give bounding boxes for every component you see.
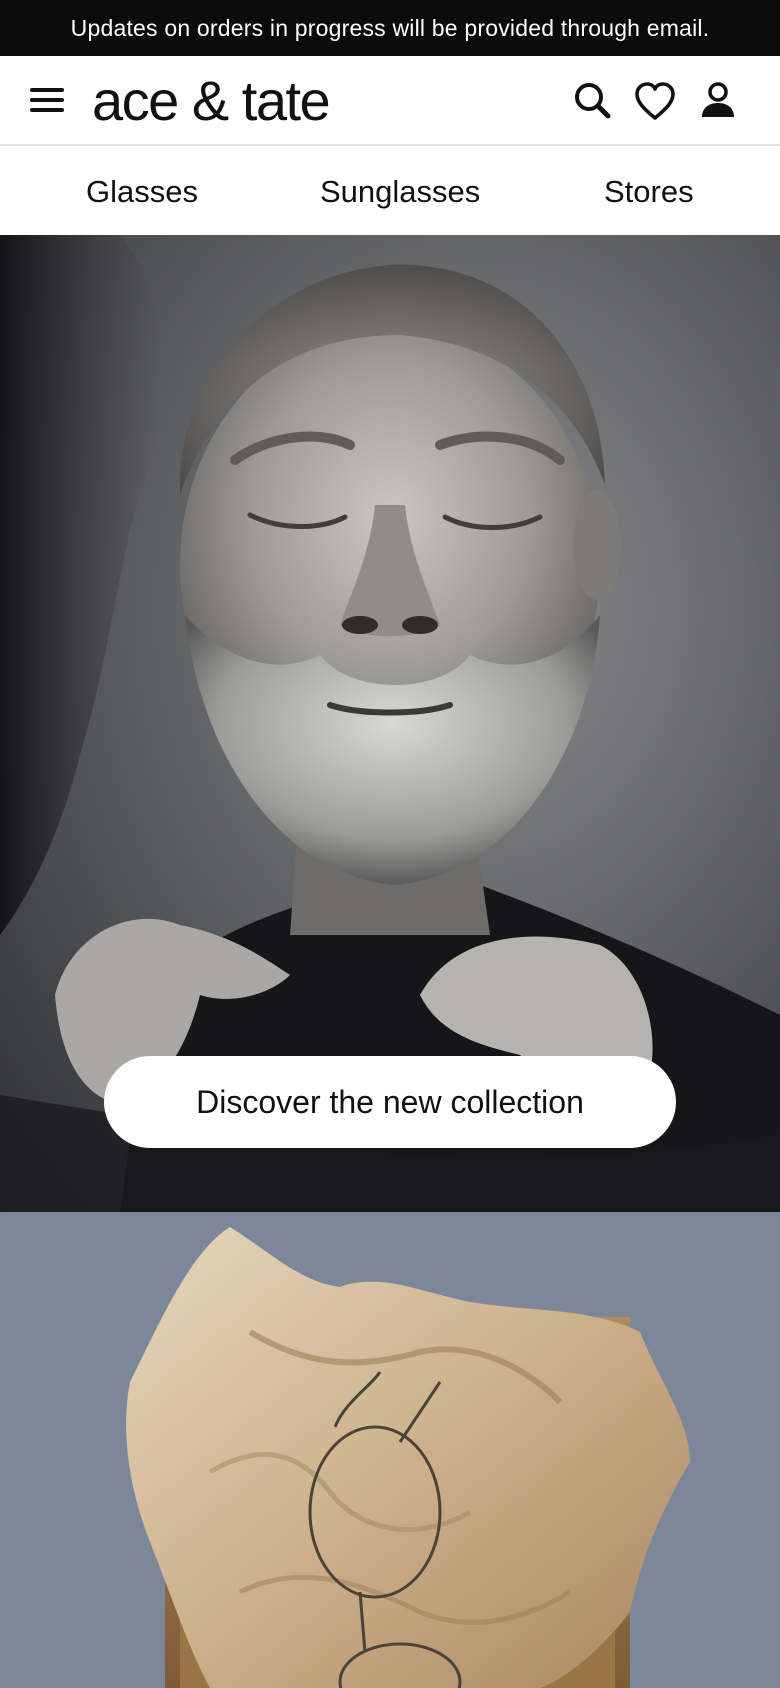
user-icon[interactable]	[693, 76, 743, 126]
search-icon[interactable]	[568, 76, 618, 126]
promo-glasses-image	[126, 1227, 690, 1688]
heart-icon[interactable]	[630, 76, 680, 126]
nav-item-sunglasses[interactable]: Sunglasses	[320, 174, 480, 210]
promo-banner[interactable]	[0, 1212, 780, 1688]
hamburger-menu-icon[interactable]	[28, 84, 68, 118]
nav-item-glasses[interactable]: Glasses	[86, 174, 198, 210]
category-nav: Glasses Sunglasses Stores	[0, 148, 780, 235]
discover-collection-button[interactable]: Discover the new collection	[104, 1056, 676, 1148]
nav-item-stores[interactable]: Stores	[604, 174, 694, 210]
announcement-bar: Updates on orders in progress will be pr…	[0, 0, 780, 56]
site-header: ace & tate	[0, 56, 780, 146]
announcement-text: Updates on orders in progress will be pr…	[70, 14, 710, 41]
brand-logo[interactable]: ace & tate	[92, 66, 331, 136]
hero-banner[interactable]: Discover the new collection	[0, 235, 780, 1212]
